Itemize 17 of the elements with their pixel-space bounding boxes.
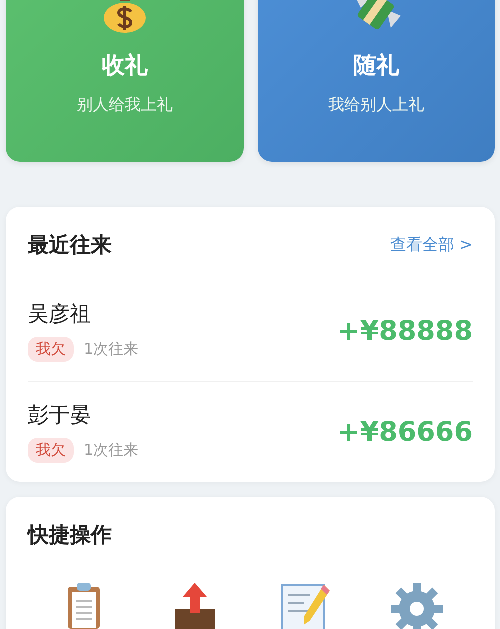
amount: +¥88888 (338, 316, 473, 346)
contact-name: 吴彦祖 (28, 301, 92, 328)
view-all-link[interactable]: 查看全部 > (390, 234, 473, 256)
debt-tag: 我欠 (28, 438, 74, 463)
contact-name: 彭于晏 (28, 402, 92, 429)
section-title: 快捷操作 (28, 522, 112, 549)
card-subtitle: 我给别人上礼 (328, 95, 424, 116)
debt-tag: 我欠 (28, 337, 74, 362)
card-title: 随礼 (354, 52, 400, 81)
interaction-count: 1次往来 (84, 340, 139, 359)
interaction-count: 1次往来 (84, 441, 139, 460)
amount: +¥86666 (338, 416, 473, 448)
give-gift-card[interactable]: 随礼 我给别人上礼 (258, 0, 495, 162)
section-title: 最近往来 (28, 232, 112, 259)
card-title: 收礼 (102, 52, 148, 81)
receive-gift-card[interactable]: 收礼 别人给我上礼 (6, 0, 244, 162)
card-subtitle: 别人给我上礼 (77, 95, 173, 116)
